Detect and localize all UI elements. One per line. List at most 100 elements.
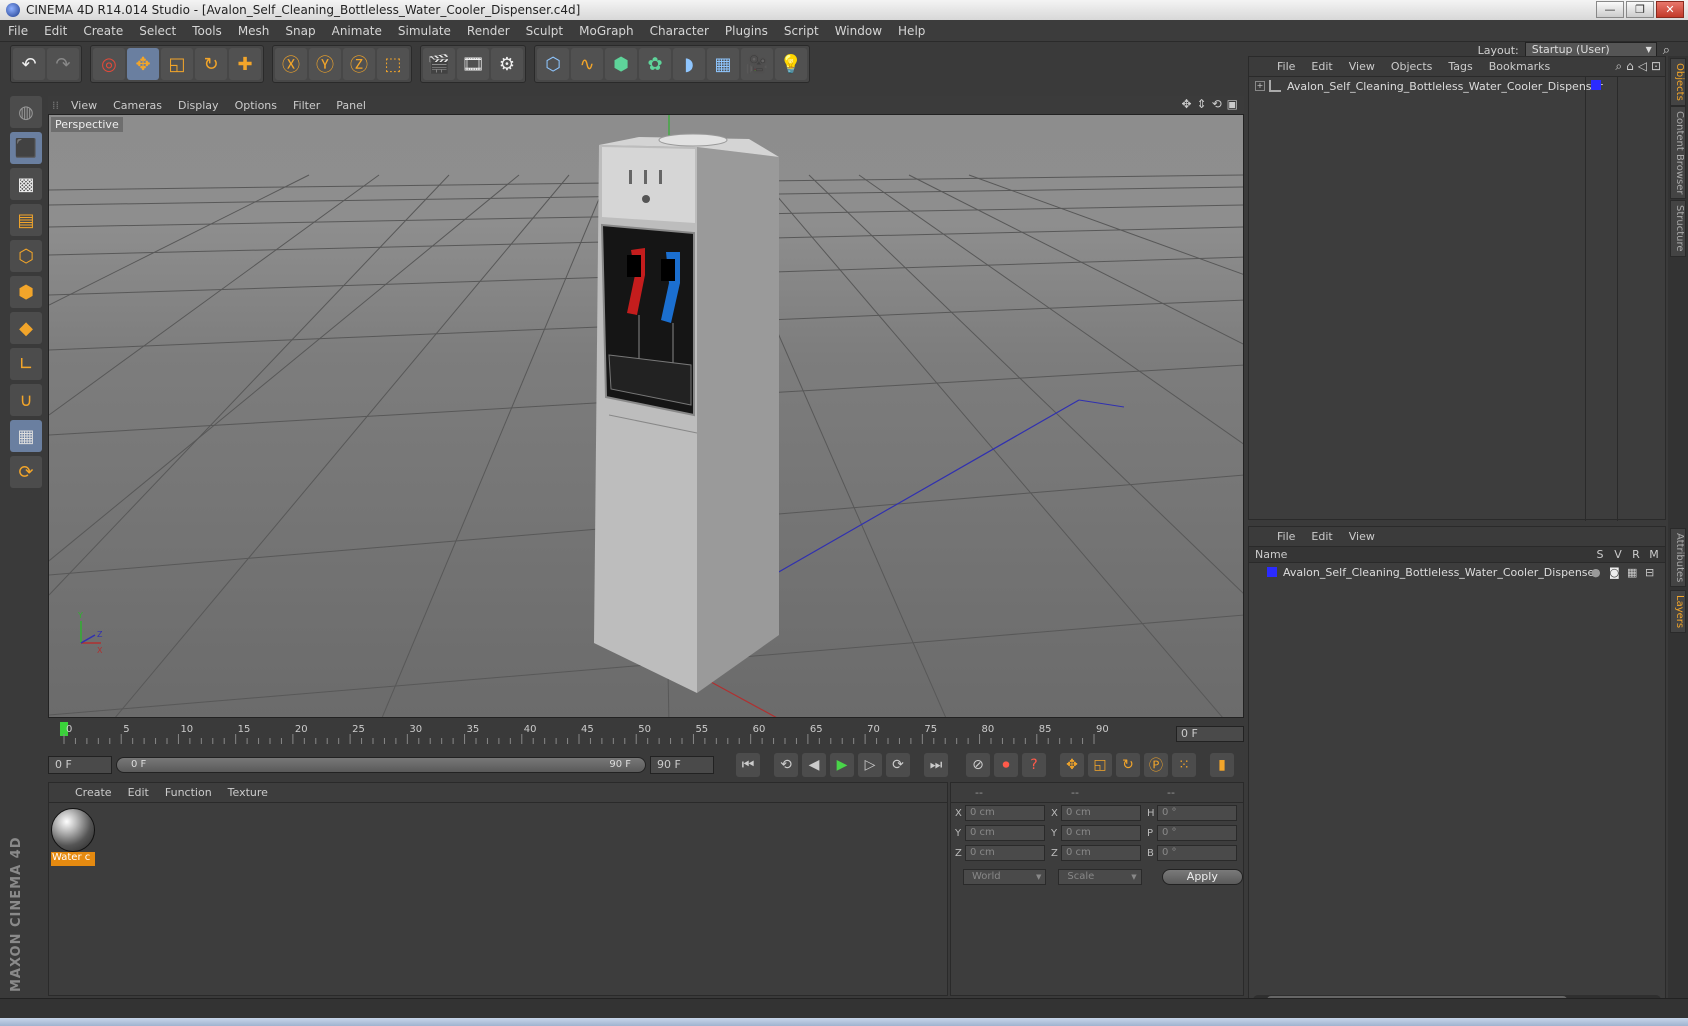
previous-frame-icon[interactable]: ◀ (802, 753, 826, 777)
key-rotation-icon[interactable]: ↻ (1116, 753, 1140, 777)
layer-menu-edit[interactable]: Edit (1303, 530, 1340, 543)
key-position-icon[interactable]: ✥ (1060, 753, 1084, 777)
orbit-icon[interactable]: ⟲ (1212, 97, 1222, 111)
menu-mesh[interactable]: Mesh (230, 24, 278, 38)
rotate-icon[interactable]: ↻ (195, 48, 227, 80)
tab-attributes[interactable]: Attributes (1670, 528, 1686, 588)
visibility-eye-icon[interactable]: ◙ (1609, 566, 1620, 579)
menu-help[interactable]: Help (890, 24, 933, 38)
solo-dot-icon[interactable]: ● (1591, 566, 1601, 579)
undo-icon[interactable]: ↶ (13, 48, 45, 80)
recent-tools-icon[interactable]: ✚ (229, 48, 261, 80)
scale-icon[interactable]: ◱ (161, 48, 193, 80)
object-menu-view[interactable]: View (1341, 60, 1383, 73)
x-axis-lock-icon[interactable]: Ⓧ (275, 48, 307, 80)
motion-path-icon[interactable]: ⊘ (966, 753, 990, 777)
menu-sculpt[interactable]: Sculpt (518, 24, 571, 38)
menu-tools[interactable]: Tools (184, 24, 230, 38)
coordinate-mode-dropdown[interactable]: World (963, 869, 1047, 885)
move-icon[interactable]: ✥ (127, 48, 159, 80)
menu-plugins[interactable]: Plugins (717, 24, 776, 38)
manager-icon[interactable]: ⊟ (1645, 566, 1654, 579)
layer-col-name[interactable]: Name (1249, 548, 1591, 561)
new-window-icon[interactable]: ⊡ (1651, 59, 1661, 74)
menu-mograph[interactable]: MoGraph (571, 24, 642, 38)
viewport-menu-options[interactable]: Options (227, 99, 285, 112)
z-axis-lock-icon[interactable]: Ⓩ (343, 48, 375, 80)
points-mode-icon[interactable]: ⬡ (10, 240, 42, 272)
toggle-layout-icon[interactable]: ▣ (1227, 97, 1238, 111)
ruler-ticks[interactable]: 0 5 10 15 20 25 30 35 40 45 50 55 60 65 70 75 80 85 90 (48, 722, 1168, 746)
viewport-scene[interactable]: Y X Z (49, 115, 1244, 718)
size-mode-dropdown[interactable]: Scale (1058, 869, 1142, 885)
previous-key-icon[interactable]: ⟲ (774, 753, 798, 777)
viewport-menu-display[interactable]: Display (170, 99, 227, 112)
play-icon[interactable]: ▶ (830, 753, 854, 777)
material-menu-edit[interactable]: Edit (120, 786, 157, 799)
close-button[interactable]: ✕ (1656, 1, 1684, 18)
material-menu-texture[interactable]: Texture (220, 786, 276, 799)
texture-mode-icon[interactable]: ▩ (10, 168, 42, 200)
layer-col-solo[interactable]: S (1591, 548, 1609, 561)
object-menu-bookmarks[interactable]: Bookmarks (1481, 60, 1558, 73)
menu-edit[interactable]: Edit (36, 24, 75, 38)
rotation-h-field[interactable]: 0 ° (1157, 805, 1237, 821)
layer-tag-icon[interactable] (1591, 80, 1601, 90)
rotation-b-field[interactable]: 0 ° (1157, 845, 1237, 861)
range-slider[interactable]: 0 F 90 F (116, 757, 646, 773)
material-menu-create[interactable]: Create (67, 786, 120, 799)
go-to-start-icon[interactable]: ⏮ (736, 753, 760, 777)
menu-select[interactable]: Select (131, 24, 184, 38)
render-view-icon[interactable]: 🎬 (423, 48, 455, 80)
key-scale-icon[interactable]: ◱ (1088, 753, 1112, 777)
key-parameter-icon[interactable]: Ⓟ (1144, 753, 1168, 777)
edges-mode-icon[interactable]: ⬢ (10, 276, 42, 308)
object-menu-tags[interactable]: Tags (1440, 60, 1480, 73)
go-to-end-icon[interactable]: ⏭ (924, 753, 948, 777)
spline-icon[interactable]: ∿ (571, 48, 603, 80)
cloner-icon[interactable]: ✿ (639, 48, 671, 80)
layer-name[interactable]: Avalon_Self_Cleaning_Bottleless_Water_Co… (1283, 566, 1599, 579)
start-frame-field[interactable]: 0 F (48, 756, 112, 774)
viewport-menu-view[interactable]: View (63, 99, 105, 112)
menu-file[interactable]: File (0, 24, 36, 38)
object-menu-file[interactable]: File (1269, 60, 1303, 73)
viewport-menu-filter[interactable]: Filter (285, 99, 328, 112)
menu-simulate[interactable]: Simulate (390, 24, 459, 38)
menu-animate[interactable]: Animate (324, 24, 390, 38)
object-menu-edit[interactable]: Edit (1303, 60, 1340, 73)
camera-icon[interactable]: 🎥 (741, 48, 773, 80)
object-row[interactable]: + Avalon_Self_Cleaning_Bottleless_Water_… (1249, 77, 1665, 95)
position-y-field[interactable]: 0 cm (965, 825, 1045, 841)
coordinate-system-icon[interactable]: ⬚ (377, 48, 409, 80)
end-frame-field[interactable]: 90 F (650, 756, 714, 774)
maximize-button[interactable]: ❐ (1626, 1, 1654, 18)
redo-icon[interactable]: ↷ (47, 48, 79, 80)
size-x-field[interactable]: 0 cm (1061, 805, 1141, 821)
workplane-icon[interactable]: ▤ (10, 204, 42, 236)
next-frame-icon[interactable]: ▷ (858, 753, 882, 777)
menu-snap[interactable]: Snap (277, 24, 323, 38)
next-key-icon[interactable]: ⟳ (886, 753, 910, 777)
tab-layers[interactable]: Layers (1670, 590, 1686, 634)
model-mode-icon[interactable]: ⬛ (10, 132, 42, 164)
size-y-field[interactable]: 0 cm (1061, 825, 1141, 841)
deformer-icon[interactable]: ◗ (673, 48, 705, 80)
material-menu-function[interactable]: Function (157, 786, 220, 799)
layer-menu-view[interactable]: View (1341, 530, 1383, 543)
locked-workplane-icon[interactable]: ▦ (10, 420, 42, 452)
key-pla-icon[interactable]: ⁙ (1172, 753, 1196, 777)
cube-primitive-icon[interactable]: ⬡ (537, 48, 569, 80)
menu-render[interactable]: Render (459, 24, 518, 38)
tab-content-browser[interactable]: Content Browser (1670, 106, 1686, 200)
minimize-button[interactable]: — (1596, 1, 1624, 18)
timeline-icon[interactable]: ▮ (1210, 753, 1234, 777)
layer-menu-file[interactable]: File (1269, 530, 1303, 543)
planar-workplane-icon[interactable]: ⟳ (10, 456, 42, 488)
light-icon[interactable]: 💡 (775, 48, 807, 80)
material-thumbnail[interactable]: Water c (51, 808, 95, 870)
rotation-p-field[interactable]: 0 ° (1157, 825, 1237, 841)
back-icon[interactable]: ◁ (1638, 59, 1647, 74)
layer-col-manager[interactable]: M (1645, 548, 1663, 561)
autokey-icon[interactable]: ? (1022, 753, 1046, 777)
